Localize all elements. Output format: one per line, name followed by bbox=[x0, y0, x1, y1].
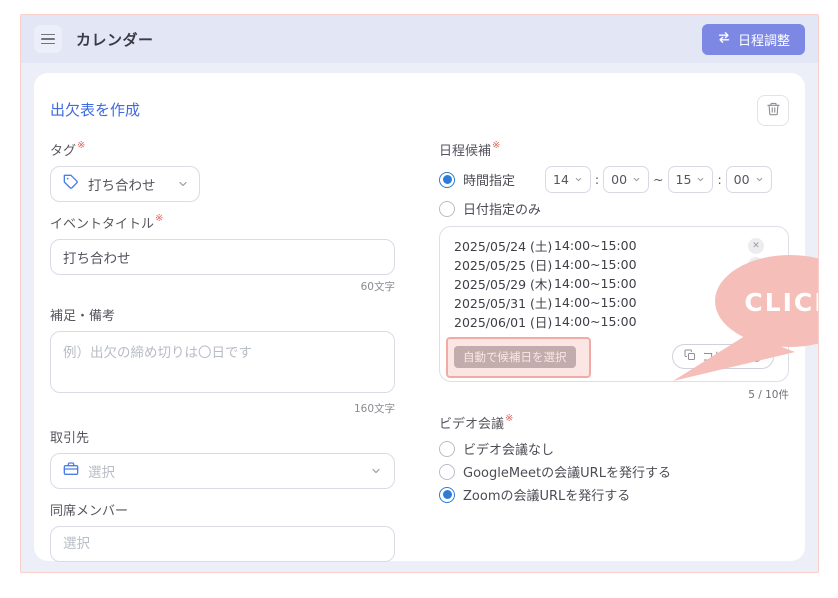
chevron-down-icon bbox=[574, 175, 583, 184]
client-placeholder: 選択 bbox=[88, 461, 361, 481]
from-minute-select[interactable]: 00 bbox=[603, 166, 649, 193]
event-title-label: イベントタイトル※ bbox=[50, 213, 395, 232]
app-header: カレンダー 日程調整 bbox=[21, 15, 818, 63]
remove-candidate-icon[interactable]: ✕ bbox=[748, 314, 764, 330]
video-none-radio[interactable] bbox=[439, 441, 455, 457]
to-minute-select[interactable]: 00 bbox=[726, 166, 772, 193]
candidate-row: 2025/05/31 (土) 14:00~15:00 ✕ bbox=[454, 293, 776, 312]
remove-candidate-icon[interactable]: ✕ bbox=[748, 238, 764, 254]
date-only-radio[interactable] bbox=[439, 201, 455, 217]
tag-icon bbox=[63, 174, 79, 194]
candidate-row: 2025/05/29 (木) 14:00~15:00 ✕ bbox=[454, 274, 776, 293]
to-hour-select[interactable]: 15 bbox=[668, 166, 714, 193]
app-title: カレンダー bbox=[76, 29, 154, 50]
screenshot-root: カレンダー 日程調整 出欠表を作成 bbox=[0, 0, 838, 598]
attendance-form-card: 出欠表を作成 タグ※ bbox=[34, 73, 805, 561]
notes-textarea[interactable] bbox=[50, 331, 395, 393]
video-none-label: ビデオ会議なし bbox=[463, 439, 554, 458]
required-mark: ※ bbox=[505, 413, 513, 424]
video-label: ビデオ会議※ bbox=[439, 413, 789, 432]
video-googlemeet-radio[interactable] bbox=[439, 464, 455, 480]
candidate-row: 2025/06/01 (日) 14:00~15:00 ✕ bbox=[454, 312, 776, 331]
chevron-down-icon bbox=[755, 175, 764, 184]
tag-label: タグ※ bbox=[50, 140, 395, 159]
members-label: 同席メンバー bbox=[50, 500, 395, 519]
chevron-down-icon bbox=[370, 462, 382, 481]
required-mark: ※ bbox=[492, 140, 500, 151]
video-zoom-label: Zoomの会議URLを発行する bbox=[463, 485, 630, 504]
schedule-label: 日程候補※ bbox=[439, 140, 789, 159]
copy-icon bbox=[684, 349, 696, 364]
google-calendar-label: 候補日をGoogleカレンダーに登録 bbox=[330, 572, 532, 573]
chevron-down-icon bbox=[696, 175, 705, 184]
candidate-list: 2025/05/24 (土) 14:00~15:00 ✕ 2025/05/25 … bbox=[439, 226, 789, 382]
date-only-label: 日付指定のみ bbox=[463, 199, 541, 218]
event-title-input[interactable] bbox=[50, 239, 395, 275]
video-zoom-radio[interactable] bbox=[439, 487, 455, 503]
copy-button[interactable]: コピーする bbox=[672, 344, 774, 369]
sync-icon bbox=[717, 31, 731, 48]
required-mark: ※ bbox=[155, 213, 163, 224]
candidate-row: 2025/05/25 (日) 14:00~15:00 ✕ bbox=[454, 255, 776, 274]
delete-button[interactable] bbox=[757, 95, 789, 126]
candidate-count: 5 / 10件 bbox=[439, 387, 789, 402]
time-specified-label: 時間指定 bbox=[463, 170, 515, 189]
app-frame: カレンダー 日程調整 出欠表を作成 bbox=[20, 14, 819, 573]
hamburger-menu-icon[interactable] bbox=[34, 25, 62, 53]
chevron-down-icon bbox=[177, 175, 189, 194]
from-hour-select[interactable]: 14 bbox=[545, 166, 591, 193]
client-select[interactable]: 選択 bbox=[50, 453, 395, 489]
briefcase-icon bbox=[63, 461, 79, 481]
trash-icon bbox=[766, 101, 781, 120]
members-input[interactable] bbox=[50, 526, 395, 562]
remove-candidate-icon[interactable]: ✕ bbox=[748, 257, 764, 273]
schedule-adjust-button[interactable]: 日程調整 bbox=[702, 24, 805, 55]
auto-select-candidates-button[interactable]: 自動で候補日を選択 bbox=[454, 346, 576, 368]
tag-select[interactable]: 打ち合わせ bbox=[50, 166, 200, 202]
time-specified-radio[interactable] bbox=[439, 172, 455, 188]
chevron-down-icon bbox=[632, 175, 641, 184]
form-title: 出欠表を作成 bbox=[50, 95, 140, 120]
notes-counter: 160文字 bbox=[50, 401, 395, 416]
video-googlemeet-label: GoogleMeetの会議URLを発行する bbox=[463, 462, 671, 481]
notes-label: 補足・備考 bbox=[50, 305, 395, 324]
tag-value: 打ち合わせ bbox=[88, 174, 168, 194]
remove-candidate-icon[interactable]: ✕ bbox=[748, 295, 764, 311]
event-title-counter: 60文字 bbox=[50, 279, 395, 294]
required-mark: ※ bbox=[77, 140, 85, 151]
client-label: 取引先 bbox=[50, 427, 395, 446]
candidate-row: 2025/05/24 (土) 14:00~15:00 ✕ bbox=[454, 236, 776, 255]
remove-candidate-icon[interactable]: ✕ bbox=[748, 276, 764, 292]
